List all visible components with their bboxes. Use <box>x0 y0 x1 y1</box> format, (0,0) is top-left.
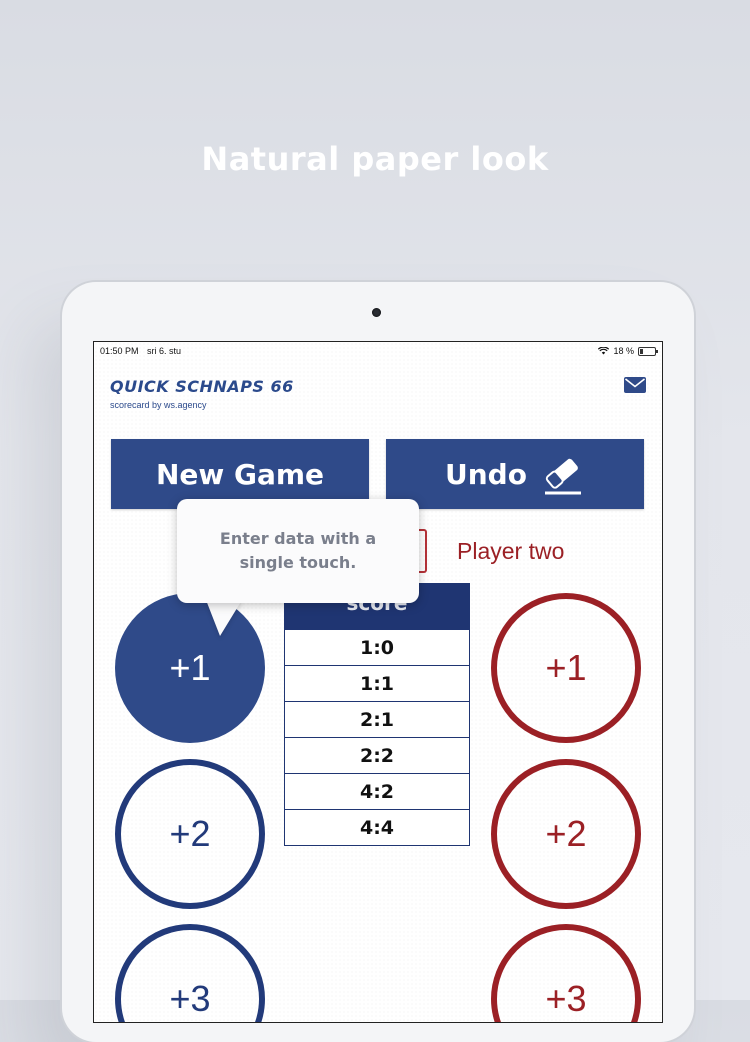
player-one-plus-1-button[interactable]: +1 <box>115 593 265 743</box>
mail-icon[interactable] <box>624 377 646 393</box>
new-game-label: New Game <box>155 457 325 491</box>
status-right: 18 % <box>598 346 658 356</box>
score-row: 2:2 <box>284 738 470 774</box>
player-one-plus-2-button[interactable]: +2 <box>115 759 265 909</box>
player-two-plus-1-button[interactable]: +1 <box>491 593 641 743</box>
score-row: 1:0 <box>284 630 470 666</box>
undo-button[interactable]: Undo <box>386 439 644 509</box>
status-bar: 01:50 PM sri 6. stu 18 % <box>94 342 662 360</box>
onboarding-tooltip: Enter data with a single touch. <box>177 499 419 603</box>
battery-icon <box>638 346 658 356</box>
camera-icon <box>372 308 381 317</box>
score-row: 1:1 <box>284 666 470 702</box>
player-one-plus-3-button[interactable]: +3 <box>115 924 265 1022</box>
player-two-plus-3-button[interactable]: +3 <box>491 924 641 1022</box>
status-time: 01:50 PM <box>100 346 139 356</box>
player-one-name-field[interactable] <box>418 529 427 573</box>
app-subtitle: scorecard by ws.agency <box>110 400 207 410</box>
tooltip-tail <box>206 600 242 636</box>
app-screen: 01:50 PM sri 6. stu 18 % QUICK SCHNAPS 6… <box>93 341 663 1023</box>
eraser-icon <box>544 458 581 495</box>
player-two-plus-2-button[interactable]: +2 <box>491 759 641 909</box>
wifi-icon <box>598 347 610 355</box>
tooltip-line-1: Enter data with a <box>219 529 377 548</box>
undo-label: Undo <box>445 457 527 491</box>
score-row: 4:2 <box>284 774 470 810</box>
app-title: QUICK SCHNAPS 66 <box>110 377 294 396</box>
battery-percent: 18 % <box>613 346 634 356</box>
marketing-headline: Natural paper look <box>201 140 549 178</box>
tooltip-line-2: single touch. <box>239 553 357 572</box>
score-table: score 1:0 1:1 2:1 2:2 4:2 4:4 <box>284 583 470 846</box>
score-row: 4:4 <box>284 810 470 846</box>
score-row: 2:1 <box>284 702 470 738</box>
player-two-label[interactable]: Player two <box>457 538 564 565</box>
status-date: sri 6. stu <box>147 346 182 356</box>
